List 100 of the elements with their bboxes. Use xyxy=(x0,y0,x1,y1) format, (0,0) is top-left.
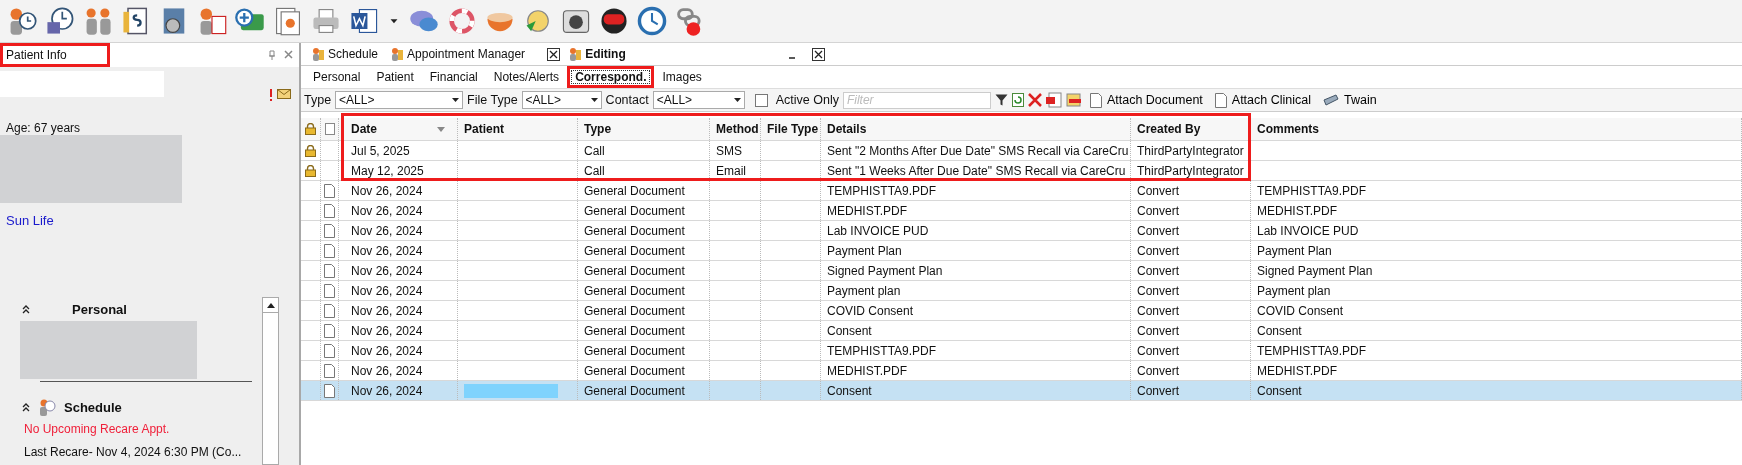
table-cell: Consent xyxy=(827,323,872,338)
table-cell: Nov 26, 2024 xyxy=(351,363,423,378)
table-cell: Sent "1 Weeks After Due Date" SMS Recall via CareCru xyxy=(827,163,1126,178)
table-cell: Consent xyxy=(1257,383,1302,398)
table-cell: General Document xyxy=(584,223,685,238)
close-tab-button[interactable] xyxy=(547,47,561,61)
document-icon xyxy=(324,303,335,318)
calendar-clock-icon[interactable] xyxy=(44,5,76,37)
column-header[interactable]: File Type xyxy=(761,118,821,140)
dropdown-caret-icon[interactable] xyxy=(452,98,460,102)
section-tab[interactable]: Financial xyxy=(421,66,486,88)
section-tab[interactable]: Images xyxy=(654,66,710,88)
table-row[interactable]: Nov 26, 2024 General Document Consent Convert Consent xyxy=(301,321,1742,341)
document-tab-icon xyxy=(568,47,583,61)
column-header[interactable]: Date xyxy=(339,118,458,140)
document-tab[interactable]: Appointment Manager xyxy=(386,47,530,61)
table-row[interactable]: Nov 26, 2024 General Document Consent Convert Consent xyxy=(301,381,1742,401)
close-icon[interactable] xyxy=(284,50,293,59)
delete-icon[interactable] xyxy=(1027,93,1042,107)
lifebuoy-icon[interactable] xyxy=(446,5,478,37)
column-header[interactable]: Comments xyxy=(1251,118,1742,140)
table-row[interactable]: Jul 5, 2025 Call SMS Sent "2 Months After Due Date" SMS Recall via CareCru ThirdPartyIntegrator xyxy=(301,141,1742,161)
document-icon xyxy=(324,283,335,298)
table-row[interactable]: Nov 26, 2024 General Document MEDHIST.PDF Convert MEDHIST.PDF xyxy=(301,361,1742,381)
panel-title: Patient Info xyxy=(0,43,110,67)
section-title: Schedule xyxy=(64,399,122,415)
table-cell: Payment Plan xyxy=(1257,243,1332,258)
toolbar-action[interactable]: Twain xyxy=(1319,93,1381,107)
pin-icon[interactable] xyxy=(268,50,276,60)
table-cell: Call xyxy=(584,143,605,158)
clock-icon[interactable] xyxy=(636,5,668,37)
table-cell: MEDHIST.PDF xyxy=(827,203,907,218)
table-cell: General Document xyxy=(584,363,685,378)
section-tab[interactable]: Notes/Alerts xyxy=(485,66,568,88)
document-icon xyxy=(324,223,335,238)
collapse-icon[interactable] xyxy=(22,305,30,314)
envelope-icon[interactable] xyxy=(277,89,291,99)
filter-dropdown[interactable]: <ALL> xyxy=(335,91,464,109)
table-row[interactable]: Nov 26, 2024 General Document MEDHIST.PDF Convert MEDHIST.PDF xyxy=(301,201,1742,221)
close-tab-button[interactable] xyxy=(811,47,825,61)
document-icon xyxy=(324,383,335,398)
table-row[interactable]: Nov 26, 2024 General Document TEMPHISTTA9.PDF Convert TEMPHISTTA9.PDF xyxy=(301,341,1742,361)
table-cell: Nov 26, 2024 xyxy=(351,223,423,238)
filter-dropdown[interactable]: <ALL> xyxy=(521,91,602,109)
table-cell: SMS xyxy=(716,143,742,158)
header-checkbox-icon[interactable] xyxy=(324,123,335,135)
column-header[interactable]: Created By xyxy=(1131,118,1251,140)
table-cell: Nov 26, 2024 xyxy=(351,243,423,258)
table-cell: Lab INVOICE PUD xyxy=(827,223,929,238)
table-row[interactable]: Nov 26, 2024 General Document Signed Payment Plan Convert Signed Payment Plan xyxy=(301,261,1742,281)
table-cell: General Document xyxy=(584,183,685,198)
column-header[interactable]: Patient xyxy=(458,118,578,140)
active-only-checkbox[interactable] xyxy=(754,93,768,107)
toolbar-action[interactable]: Attach Document xyxy=(1085,92,1207,108)
alert-icon[interactable] xyxy=(269,89,273,101)
table-cell: COVID Consent xyxy=(827,303,914,318)
table-cell: Convert xyxy=(1137,323,1180,338)
table-cell: Nov 26, 2024 xyxy=(351,383,423,398)
dropdown-caret-icon[interactable] xyxy=(733,98,741,102)
column-header[interactable]: Method xyxy=(710,118,761,140)
table-row[interactable]: Nov 26, 2024 General Document Payment Plan Convert Payment Plan xyxy=(301,241,1742,261)
section-tab[interactable]: Patient xyxy=(368,66,422,88)
refresh-icon[interactable] xyxy=(1011,93,1024,107)
age-text: Age: 67 years xyxy=(5,121,82,135)
document-icon xyxy=(324,203,335,218)
filter-label: File Type xyxy=(467,93,518,107)
table-cell: General Document xyxy=(584,203,685,218)
table-cell: Nov 26, 2024 xyxy=(351,183,423,198)
pdf-icon[interactable] xyxy=(1045,92,1062,108)
table-row[interactable]: Nov 26, 2024 General Document Payment plan Convert Payment plan xyxy=(301,281,1742,301)
table-cell: Convert xyxy=(1137,243,1180,258)
table-cell: Convert xyxy=(1137,343,1180,358)
dropdown-caret-icon[interactable] xyxy=(590,98,598,102)
filter-icon[interactable] xyxy=(994,94,1008,106)
table-row[interactable]: Nov 26, 2024 General Document TEMPHISTTA9.PDF Convert TEMPHISTTA9.PDF xyxy=(301,181,1742,201)
scanner-document-icon[interactable] xyxy=(1065,92,1082,108)
table-cell: TEMPHISTTA9.PDF xyxy=(827,183,937,198)
section-tab[interactable]: Personal xyxy=(305,66,369,88)
table-cell: MEDHIST.PDF xyxy=(1257,203,1337,218)
table-cell: General Document xyxy=(584,343,685,358)
table-cell: Nov 26, 2024 xyxy=(351,263,423,278)
column-header[interactable]: Details xyxy=(821,118,1131,140)
table-cell: Consent xyxy=(1257,323,1302,338)
table-row[interactable]: May 12, 2025 Call Email Sent "1 Weeks After Due Date" SMS Recall via CareCru ThirdPartyIntegrator xyxy=(301,161,1742,181)
table-cell: MEDHIST.PDF xyxy=(827,363,907,378)
toolbar-action[interactable]: Attach Clinical xyxy=(1210,92,1315,108)
document-tab[interactable]: Schedule xyxy=(307,47,383,61)
column-header[interactable]: Type xyxy=(578,118,710,140)
filter-dropdown[interactable]: <ALL> xyxy=(652,91,745,109)
table-cell: General Document xyxy=(584,263,685,278)
table-cell: Convert xyxy=(1137,283,1180,298)
table-cell: Consent xyxy=(827,383,872,398)
filter-field[interactable]: Filter xyxy=(842,91,991,109)
scroll-bar[interactable] xyxy=(262,297,279,465)
table-row[interactable]: Nov 26, 2024 General Document Lab INVOICE PUD Convert Lab INVOICE PUD xyxy=(301,221,1742,241)
table-row[interactable]: Nov 26, 2024 General Document COVID Consent Convert COVID Consent xyxy=(301,301,1742,321)
insurer-link[interactable]: Sun Life xyxy=(0,213,54,228)
collapse-icon[interactable] xyxy=(22,402,30,412)
section-tab[interactable]: Correspond. xyxy=(567,66,655,88)
lock-icon xyxy=(305,164,316,177)
